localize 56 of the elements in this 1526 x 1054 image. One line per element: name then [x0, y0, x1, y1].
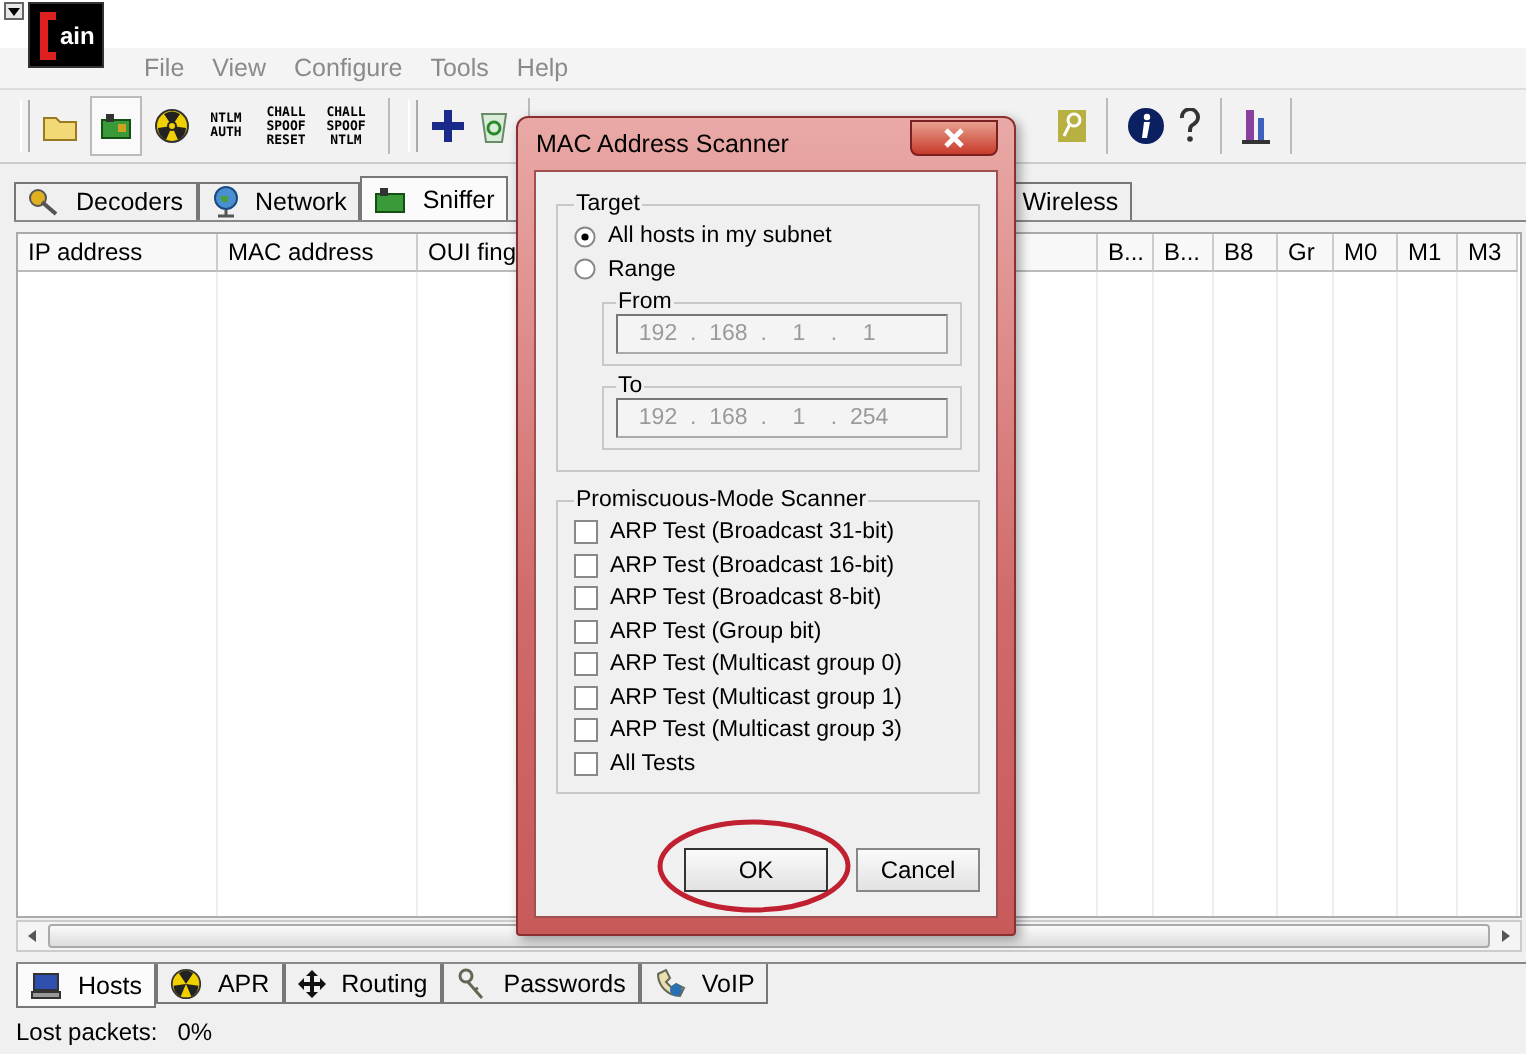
dialog-button[interactable]: OK: [684, 848, 828, 892]
tab[interactable]: Network: [197, 182, 361, 220]
checkbox-option[interactable]: ARP Test (Multicast group 1): [574, 681, 962, 714]
dialog-button[interactable]: Cancel: [856, 848, 980, 892]
help-icon[interactable]: [1178, 108, 1202, 144]
sniffer-toggle[interactable]: [90, 96, 142, 156]
column-header[interactable]: B...: [1154, 234, 1214, 272]
recycle-bin-icon[interactable]: [478, 108, 510, 144]
phone-icon: [653, 967, 686, 999]
column-header[interactable]: Gr: [1278, 234, 1334, 272]
logo-text: ain: [60, 21, 95, 49]
group-legend: From: [616, 290, 674, 314]
move-arrows-icon: [297, 969, 326, 997]
column-header[interactable]: M1: [1398, 234, 1458, 272]
column-header[interactable]: M3: [1458, 234, 1518, 272]
status-value: 0%: [177, 1018, 213, 1046]
group-legend: Promiscuous-Mode Scanner: [574, 488, 869, 512]
tab[interactable]: VoIP: [639, 964, 769, 1004]
column-header[interactable]: MAC address: [218, 234, 418, 272]
tab[interactable]: Hosts: [16, 964, 156, 1008]
group-legend: Target: [574, 192, 642, 216]
tab[interactable]: Decoders: [14, 182, 197, 220]
checkbox-option[interactable]: ARP Test (Group bit): [574, 615, 962, 648]
computer-icon: [30, 971, 62, 999]
dropdown-arrow-icon[interactable]: [4, 2, 24, 20]
column-header[interactable]: IP address: [18, 234, 218, 272]
tab[interactable]: Passwords: [441, 964, 640, 1004]
dialog-title: MAC Address Scanner: [536, 130, 789, 158]
circuit-board-icon: [98, 110, 134, 142]
group-legend: To: [616, 374, 645, 398]
tab[interactable]: APR: [155, 964, 284, 1004]
scroll-right-icon[interactable]: [1498, 928, 1514, 944]
close-icon: [942, 128, 966, 148]
close-button[interactable]: [910, 120, 998, 156]
radio-option[interactable]: All hosts in my subnet: [574, 220, 962, 253]
checkbox-option[interactable]: ARP Test (Broadcast 31-bit): [574, 516, 962, 549]
scroll-left-icon[interactable]: [24, 928, 40, 944]
checkbox-option[interactable]: ARP Test (Broadcast 16-bit): [574, 549, 962, 582]
status-label: Lost packets:: [16, 1018, 158, 1046]
globe-icon: [211, 186, 239, 218]
logo-bracket-icon: [38, 9, 58, 61]
info-icon[interactable]: [1126, 106, 1166, 146]
radio-option[interactable]: Range: [574, 253, 962, 286]
column-header[interactable]: M0: [1334, 234, 1398, 272]
radiation-icon: [169, 967, 202, 999]
tab[interactable]: Routing: [283, 964, 442, 1004]
circuit-board-icon: [374, 185, 407, 213]
checkbox-option[interactable]: ARP Test (Multicast group 0): [574, 648, 962, 681]
radiation-icon[interactable]: [154, 108, 190, 144]
column-header[interactable]: B8: [1214, 234, 1278, 272]
checkbox-option[interactable]: All Tests: [574, 747, 962, 780]
plus-icon[interactable]: [430, 108, 466, 144]
checkbox-option[interactable]: ARP Test (Multicast group 3): [574, 714, 962, 747]
column-header[interactable]: B...: [1098, 234, 1154, 272]
checkbox-option[interactable]: ARP Test (Broadcast 8-bit): [574, 582, 962, 615]
tab[interactable]: Sniffer: [360, 176, 509, 220]
